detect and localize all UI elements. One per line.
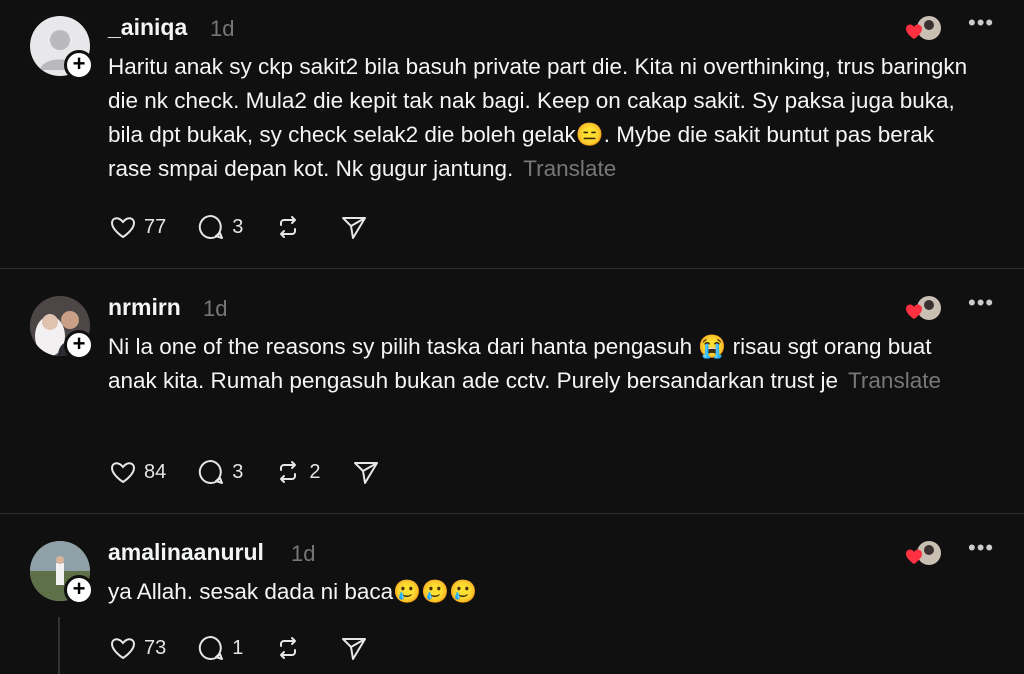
author-liked-icon [904,15,942,45]
comment-count: 3 [232,215,244,238]
repost-button[interactable] [273,633,309,663]
share-icon [353,462,378,484]
timestamp: 1d [210,16,235,41]
share-icon [342,638,367,660]
comment-button[interactable]: 3 [196,212,243,242]
username[interactable]: amalinaanurul [108,539,264,566]
share-button[interactable] [339,212,369,242]
timestamp: 1d [291,541,316,566]
timestamp: 1d [203,296,228,321]
like-count: 84 [144,460,167,483]
action-bar: 84 3 2 [108,456,411,488]
repost-icon [280,461,297,483]
repost-icon [280,637,297,659]
more-icon[interactable]: ••• [968,290,994,316]
repost-count: 2 [309,460,321,483]
username[interactable]: nrmirn [108,294,181,321]
post-1: + _ainiqa 1d ••• Haritu anak sy ckp saki… [0,0,1024,268]
post-3: + amalinaanurul 1d ••• ya Allah. sesak d… [0,525,1024,674]
share-button[interactable] [339,633,369,663]
action-bar: 77 3 [108,211,399,243]
repost-icon [280,216,297,238]
more-icon[interactable]: ••• [968,535,994,561]
post-text: Haritu anak sy ckp sakit2 bila basuh pri… [108,50,978,186]
action-bar: 73 1 [108,632,399,664]
like-button[interactable]: 73 [108,633,166,663]
comment-count: 1 [232,636,244,659]
like-button[interactable]: 84 [108,457,166,487]
post-text: ya Allah. sesak dada ni baca🥲🥲🥲 [108,575,978,609]
repost-button[interactable]: 2 [273,457,321,487]
comment-icon [199,635,224,660]
post-body: Ni la one of the reasons sy pilih taska … [108,334,932,393]
comment-button[interactable]: 3 [196,457,243,487]
follow-plus-icon[interactable]: + [64,575,94,605]
like-count: 73 [144,636,167,659]
more-icon[interactable]: ••• [968,10,994,36]
like-count: 77 [144,215,167,238]
username[interactable]: _ainiqa [108,14,187,41]
follow-plus-icon[interactable]: + [64,50,94,80]
share-button[interactable] [351,457,381,487]
heart-icon [110,638,136,660]
author-liked-icon [904,295,942,325]
comment-icon [199,459,224,484]
comment-button[interactable]: 1 [196,633,243,663]
follow-plus-icon[interactable]: + [64,330,94,360]
thread-line [58,617,60,674]
post-text: Ni la one of the reasons sy pilih taska … [108,330,978,398]
comment-icon [199,214,224,239]
repost-button[interactable] [273,212,309,242]
heart-icon [110,462,136,484]
translate-link[interactable]: Translate [848,368,941,393]
translate-link[interactable]: Translate [523,156,616,181]
divider [0,268,1024,269]
post-2: + nrmirn 1d ••• Ni la one of the reasons… [0,280,1024,512]
heart-icon [110,217,136,239]
like-button[interactable]: 77 [108,212,166,242]
comment-count: 3 [232,460,244,483]
author-liked-icon [904,540,942,570]
post-body: ya Allah. sesak dada ni baca🥲🥲🥲 [108,579,478,604]
divider [0,513,1024,514]
share-icon [342,217,367,239]
